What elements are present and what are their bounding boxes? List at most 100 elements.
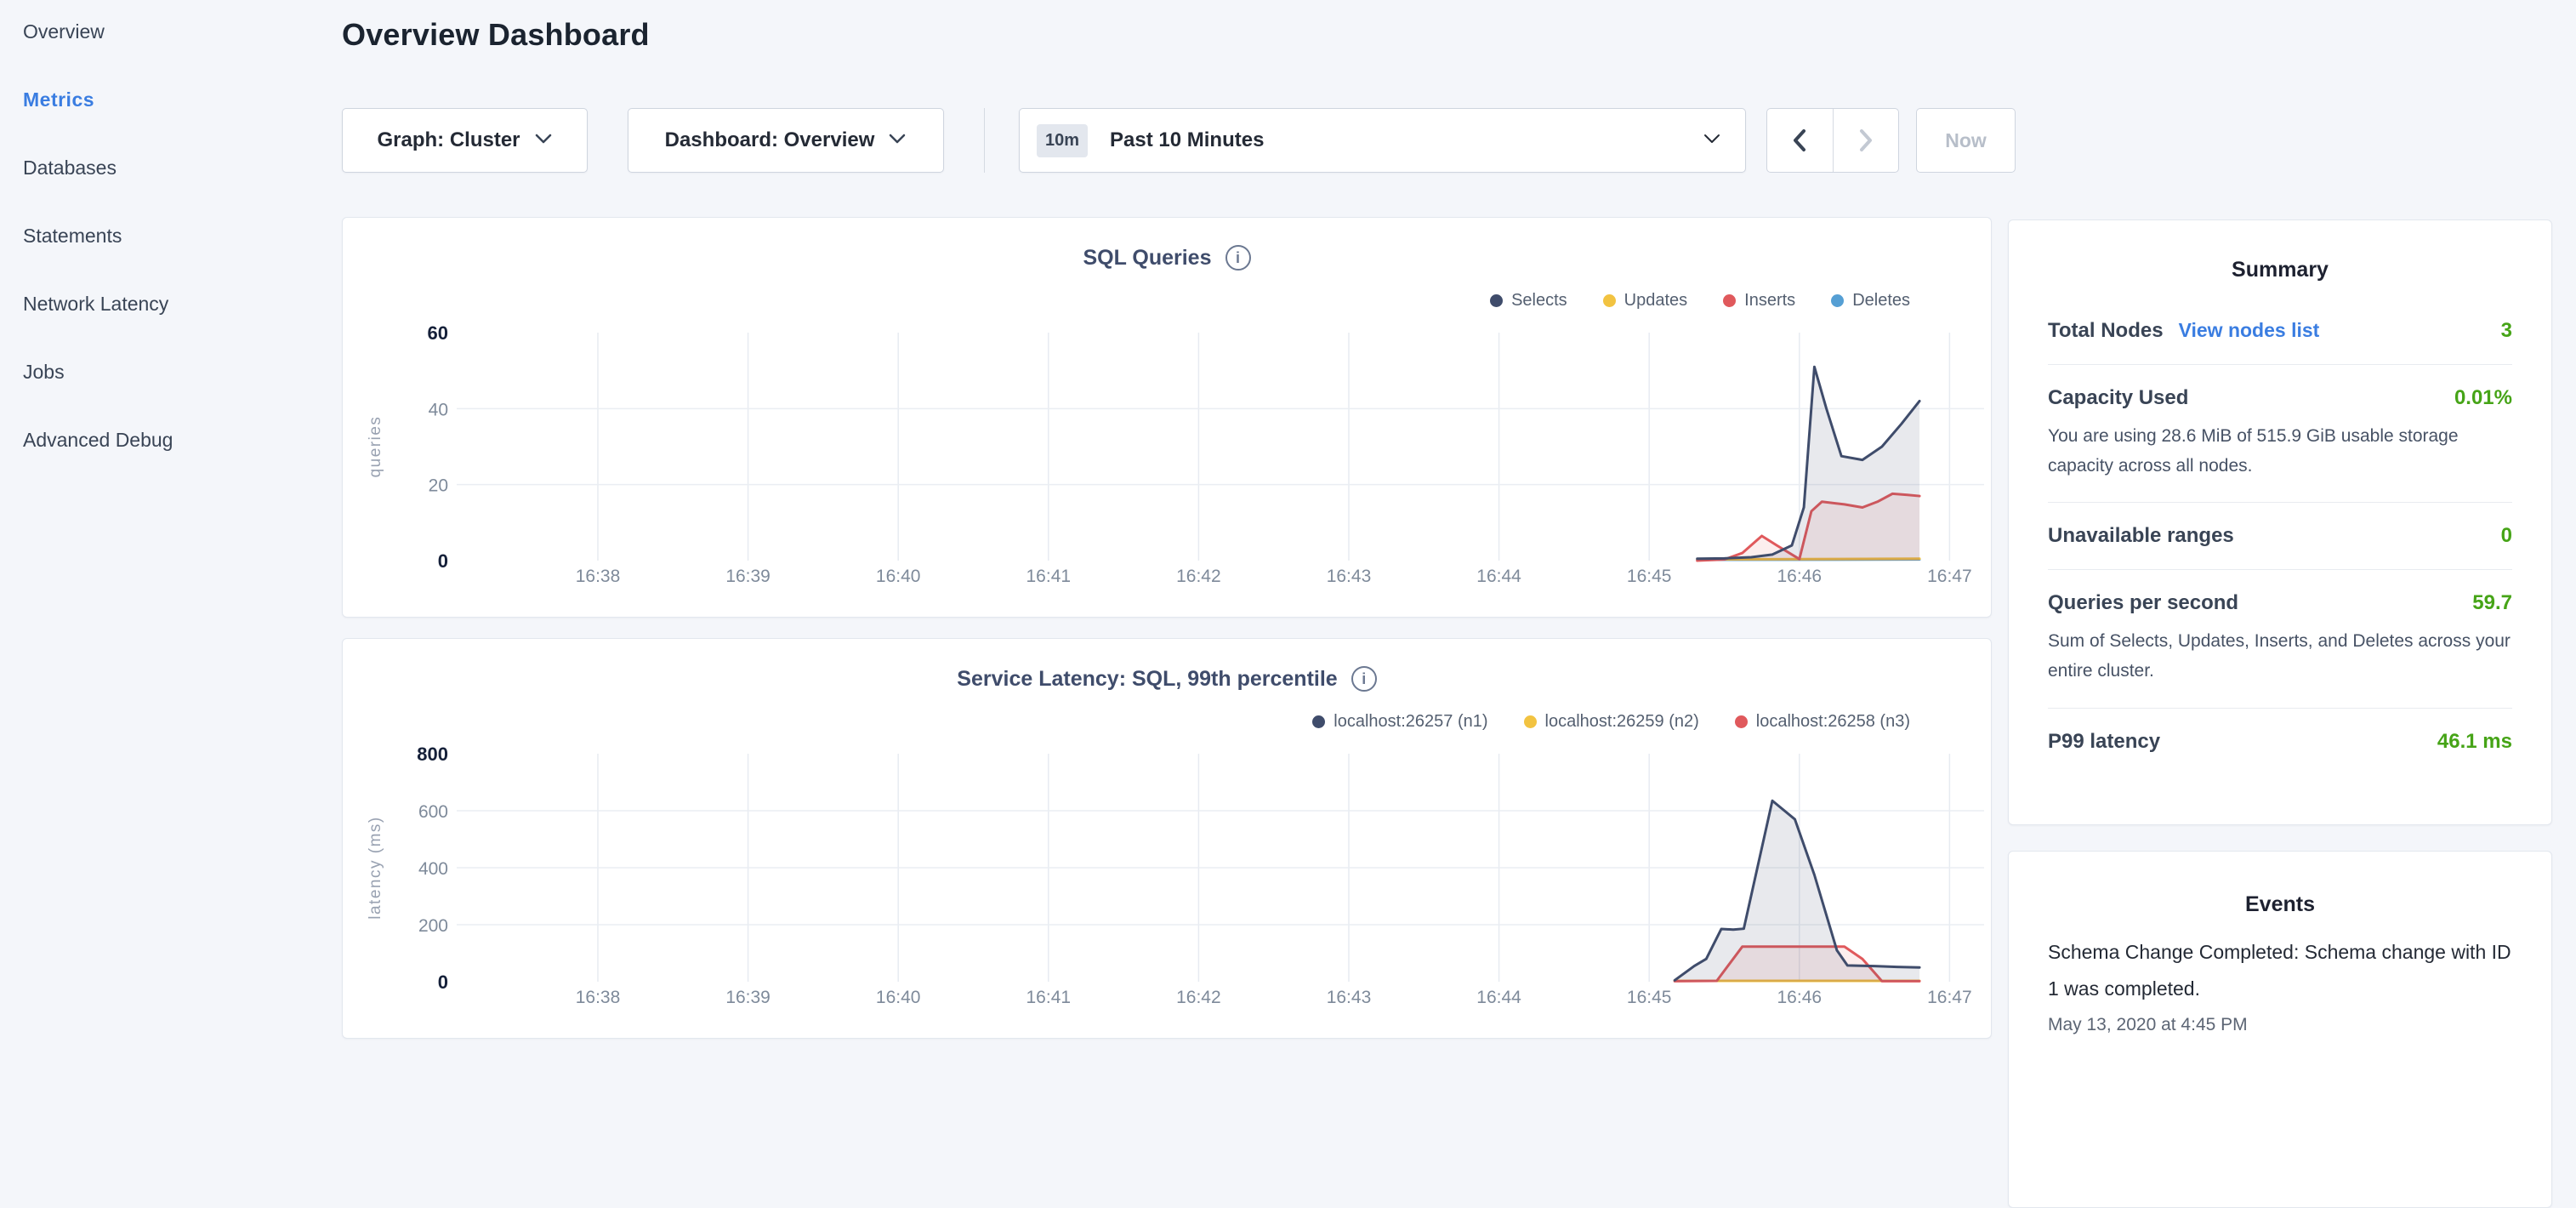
sidebar-item-metrics[interactable]: Metrics [23,88,94,111]
legend-item[interactable]: localhost:26258 (n3) [1735,712,1910,732]
events-title: Events [2048,892,2512,917]
svg-text:16:44: 16:44 [1476,567,1521,586]
summary-description: You are using 28.6 MiB of 515.9 GiB usab… [2048,422,2512,481]
svg-text:16:46: 16:46 [1777,988,1823,1007]
svg-text:60: 60 [428,322,448,344]
svg-text:16:43: 16:43 [1327,567,1372,586]
legend-item[interactable]: Selects [1490,291,1567,311]
sql-queries-chart-plot[interactable]: 16:3816:3916:4016:4116:4216:4316:4416:45… [343,320,1991,613]
sidebar-item-overview[interactable]: Overview [23,20,105,43]
chevron-down-icon [888,133,907,149]
svg-text:16:40: 16:40 [876,988,921,1007]
svg-text:16:43: 16:43 [1327,988,1372,1007]
summary-value: 0 [2501,524,2512,548]
summary-label: Total Nodes [2048,319,2164,343]
svg-text:16:45: 16:45 [1627,988,1672,1007]
service-latency-chart-plot[interactable]: 16:3816:3916:4016:4116:4216:4316:4416:45… [343,741,1991,1034]
event-item[interactable]: Schema Change Completed: Schema change w… [2048,934,2512,1035]
svg-text:16:38: 16:38 [576,988,621,1007]
chevron-down-icon [1703,133,1721,149]
time-range-label: Past 10 Minutes [1110,128,1703,152]
sidebar: Overview Metrics Databases Statements Ne… [0,0,340,1051]
svg-text:800: 800 [417,744,448,765]
svg-text:40: 40 [429,400,448,419]
dashboard-dropdown[interactable]: Dashboard: Overview [628,108,944,173]
legend-dot-icon [1524,715,1537,728]
info-icon[interactable]: i [1225,245,1251,271]
event-message: Schema Change Completed: Schema change w… [2048,934,2512,1006]
svg-text:16:42: 16:42 [1176,988,1221,1007]
dashboard-dropdown-label: Dashboard: Overview [665,128,875,152]
time-range-dropdown[interactable]: 10m Past 10 Minutes [1019,108,1746,173]
summary-label: Capacity Used [2048,386,2188,410]
legend-label: Deletes [1852,291,1910,311]
svg-text:16:41: 16:41 [1026,567,1072,586]
legend-dot-icon [1831,294,1844,307]
sql-queries-chart-card: SQL Queries i Selects Updates Inserts Delet… [342,217,1992,618]
toolbar-divider [984,108,985,173]
legend-dot-icon [1312,715,1325,728]
summary-row-unavailable-ranges: Unavailable ranges 0 [2048,502,2512,569]
now-button[interactable]: Now [1916,108,2016,173]
chart-title: Service Latency: SQL, 99th percentile [957,667,1337,692]
chevron-down-icon [534,133,553,149]
legend-label: localhost:26257 (n1) [1333,712,1487,732]
graph-scope-dropdown[interactable]: Graph: Cluster [342,108,588,173]
svg-text:16:39: 16:39 [725,567,771,586]
view-nodes-list-link[interactable]: View nodes list [2179,319,2320,342]
sidebar-item-databases[interactable]: Databases [23,157,117,179]
sidebar-item-advanced-debug[interactable]: Advanced Debug [23,429,173,452]
svg-text:16:47: 16:47 [1927,567,1972,586]
chart-title: SQL Queries [1083,246,1212,271]
svg-text:16:42: 16:42 [1176,567,1221,586]
summary-label: Queries per second [2048,591,2238,615]
summary-description: Sum of Selects, Updates, Inserts, and De… [2048,627,2512,686]
svg-text:queries: queries [367,416,384,478]
legend-item[interactable]: Deletes [1831,291,1910,311]
summary-row-capacity-used: Capacity Used 0.01% You are using 28.6 M… [2048,364,2512,502]
sidebar-item-jobs[interactable]: Jobs [23,361,65,384]
svg-text:16:44: 16:44 [1476,988,1521,1007]
legend-item[interactable]: Updates [1603,291,1688,311]
svg-text:20: 20 [429,476,448,496]
legend-item[interactable]: localhost:26259 (n2) [1524,712,1699,732]
previous-interval-button[interactable] [1767,109,1833,172]
legend-item[interactable]: Inserts [1723,291,1795,311]
legend-dot-icon [1735,715,1748,728]
summary-label: Unavailable ranges [2048,524,2234,548]
summary-label: P99 latency [2048,730,2160,754]
sidebar-item-network-latency[interactable]: Network Latency [23,293,168,316]
summary-value: 59.7 [2472,591,2512,615]
chart-legend: localhost:26257 (n1) localhost:26259 (n2)… [1312,712,1910,732]
page-title: Overview Dashboard [342,17,650,53]
summary-title: Summary [2048,258,2512,282]
summary-panel: Summary Total Nodes View nodes list 3 Ca… [2008,219,2552,825]
svg-text:16:38: 16:38 [576,567,621,586]
legend-item[interactable]: localhost:26257 (n1) [1312,712,1487,732]
legend-label: Inserts [1744,291,1795,311]
svg-text:0: 0 [438,550,448,572]
svg-text:latency (ms): latency (ms) [367,816,384,919]
summary-value: 0.01% [2454,386,2512,410]
summary-row-p99-latency: P99 latency 46.1 ms [2048,708,2512,775]
sidebar-item-statements[interactable]: Statements [23,225,122,248]
graph-scope-dropdown-label: Graph: Cluster [377,128,520,152]
svg-text:0: 0 [438,972,448,993]
summary-value: 46.1 ms [2437,730,2512,754]
legend-label: localhost:26258 (n3) [1756,712,1910,732]
info-icon[interactable]: i [1351,666,1377,692]
time-step-buttons [1766,108,1899,173]
svg-text:400: 400 [418,859,448,879]
time-range-badge: 10m [1037,124,1088,157]
next-interval-button[interactable] [1833,109,1899,172]
svg-text:200: 200 [418,916,448,936]
summary-value: 3 [2501,319,2512,343]
legend-dot-icon [1603,294,1616,307]
legend-dot-icon [1723,294,1736,307]
summary-row-total-nodes: Total Nodes View nodes list 3 [2048,298,2512,364]
legend-label: Selects [1511,291,1567,311]
svg-text:16:39: 16:39 [725,988,771,1007]
svg-text:16:40: 16:40 [876,567,921,586]
svg-text:16:46: 16:46 [1777,567,1823,586]
legend-label: Updates [1624,291,1688,311]
